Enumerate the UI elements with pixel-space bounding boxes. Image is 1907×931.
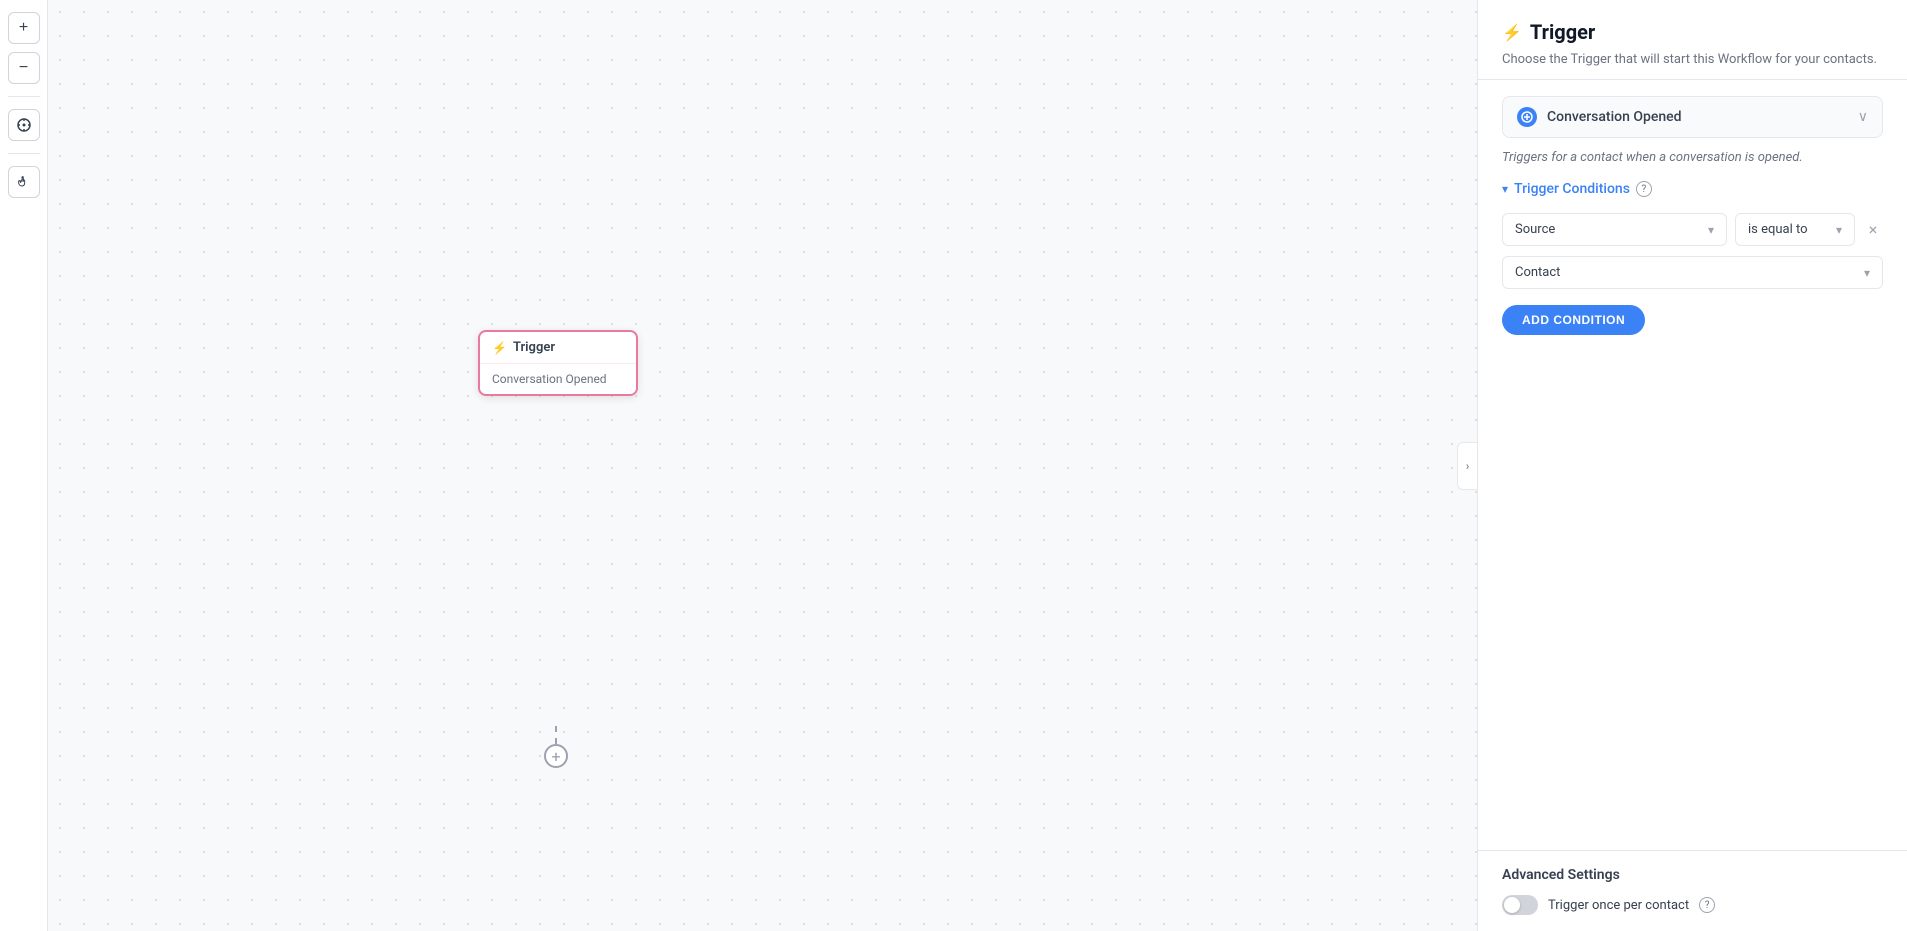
condition-row: Source ▾ is equal to ▾ × <box>1502 213 1883 246</box>
conditions-label: Trigger Conditions <box>1514 181 1630 197</box>
add-condition-button[interactable]: ADD CONDITION <box>1502 305 1645 335</box>
advanced-settings: Advanced Settings Trigger once per conta… <box>1478 850 1907 931</box>
trigger-selector[interactable]: Conversation Opened ∨ <box>1502 96 1883 138</box>
advanced-help-icon[interactable]: ? <box>1699 897 1715 913</box>
trigger-node-title: Trigger <box>513 340 555 355</box>
fit-view-button[interactable] <box>8 109 40 141</box>
condition-value-select[interactable]: Contact ▾ <box>1502 256 1883 289</box>
condition-field-chevron-icon: ▾ <box>1708 223 1714 237</box>
connector-line <box>555 726 557 744</box>
conditions-toggle[interactable]: ▾ Trigger Conditions ? <box>1502 181 1883 197</box>
trigger-node[interactable]: ⚡ Trigger Conversation Opened <box>478 330 638 396</box>
zoom-in-button[interactable]: + <box>8 12 40 44</box>
condition-field-label: Source <box>1515 222 1555 237</box>
trigger-once-toggle[interactable] <box>1502 895 1538 915</box>
bolt-icon-node: ⚡ <box>492 341 507 355</box>
condition-field-select[interactable]: Source ▾ <box>1502 213 1727 246</box>
toolbar-divider-2 <box>8 153 40 154</box>
condition-remove-button[interactable]: × <box>1863 220 1883 240</box>
trigger-selector-chevron-icon: ∨ <box>1858 109 1868 125</box>
trigger-description: Triggers for a contact when a conversati… <box>1502 150 1883 165</box>
toolbar-divider <box>8 96 40 97</box>
toggle-thumb <box>1504 897 1520 913</box>
condition-operator-chevron-icon: ▾ <box>1836 223 1842 237</box>
condition-value-chevron-icon: ▾ <box>1864 266 1870 280</box>
condition-value-label: Contact <box>1515 265 1560 280</box>
panel-collapse-button[interactable]: › <box>1457 442 1477 490</box>
bolt-icon-panel: ⚡ <box>1502 23 1522 42</box>
trigger-node-header: ⚡ Trigger <box>480 332 636 364</box>
panel-title: ⚡ Trigger <box>1502 20 1883 44</box>
condition-operator-select[interactable]: is equal to ▾ <box>1735 213 1855 246</box>
collapse-chevron-icon: › <box>1466 459 1470 473</box>
trigger-once-label: Trigger once per contact <box>1548 898 1689 913</box>
trigger-selector-label: Conversation Opened <box>1547 109 1848 125</box>
conditions-chevron-icon: ▾ <box>1502 182 1508 196</box>
canvas: ⚡ Trigger Conversation Opened + › <box>48 0 1477 931</box>
add-step-button[interactable]: + <box>544 744 568 768</box>
right-panel: ⚡ Trigger Choose the Trigger that will s… <box>1477 0 1907 931</box>
pan-button[interactable] <box>8 166 40 198</box>
panel-subtitle: Choose the Trigger that will start this … <box>1502 52 1883 67</box>
advanced-toggle-row: Trigger once per contact ? <box>1502 895 1883 915</box>
panel-header: ⚡ Trigger Choose the Trigger that will s… <box>1478 0 1907 80</box>
trigger-node-type: Conversation Opened <box>492 372 607 386</box>
conditions-help-icon[interactable]: ? <box>1636 181 1652 197</box>
panel-title-text: Trigger <box>1530 20 1595 44</box>
condition-operator-label: is equal to <box>1748 222 1808 237</box>
node-connector: + <box>544 726 568 931</box>
advanced-settings-title: Advanced Settings <box>1502 867 1883 883</box>
trigger-selector-icon <box>1517 107 1537 127</box>
condition-value-row: Contact ▾ <box>1502 256 1883 289</box>
trigger-node-body: Conversation Opened <box>480 364 636 394</box>
zoom-out-button[interactable]: − <box>8 52 40 84</box>
panel-body: Conversation Opened ∨ Triggers for a con… <box>1478 80 1907 850</box>
toolbar: + − <box>0 0 48 931</box>
